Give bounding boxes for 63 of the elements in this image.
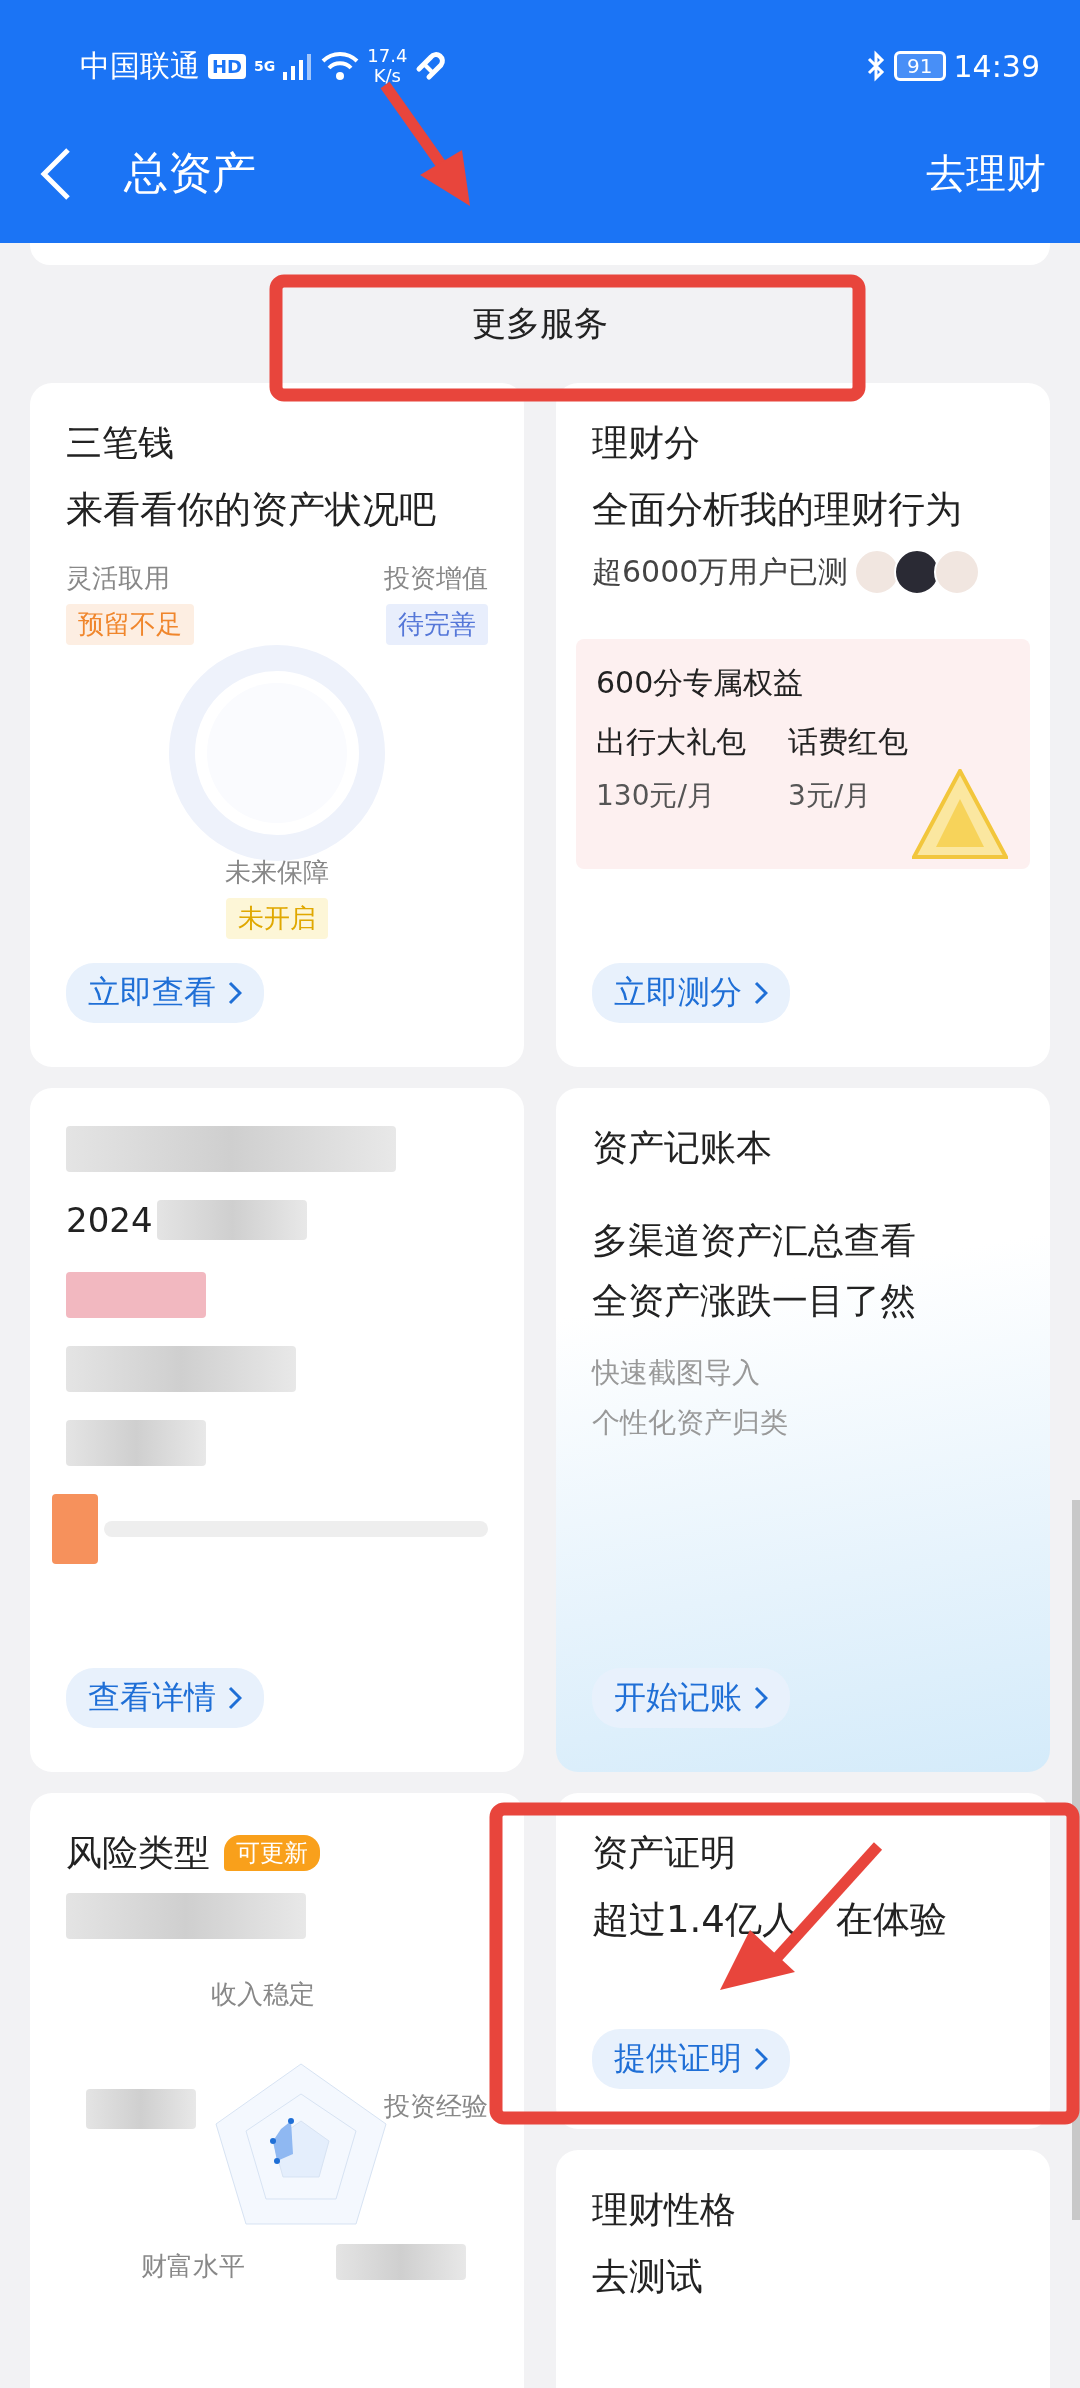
feature-line: 多渠道资产汇总查看 bbox=[592, 1219, 917, 1263]
provide-proof-button[interactable]: 提供证明 bbox=[592, 2029, 790, 2089]
chevron-icon bbox=[754, 2047, 768, 2071]
chevron-icon bbox=[754, 1686, 768, 1710]
perk-name: 话费红包 bbox=[788, 723, 908, 761]
speed-value: 17.4 bbox=[367, 46, 408, 66]
card-subtitle: 全面分析我的理财行为 bbox=[592, 487, 962, 533]
card-title: 理财性格 bbox=[592, 2188, 736, 2232]
feature-note: 个性化资产归类 bbox=[592, 1405, 789, 1441]
axis-label: 收入稳定 bbox=[211, 1978, 315, 2011]
back-icon[interactable] bbox=[40, 146, 72, 201]
view-now-button[interactable]: 立即查看 bbox=[66, 963, 264, 1023]
bluetooth-icon bbox=[866, 50, 887, 82]
category-label: 投资增值 bbox=[384, 562, 488, 595]
users-tested: 超6000万用户已测 bbox=[592, 552, 849, 591]
ledger-card[interactable]: 资产记账本 多渠道资产汇总查看 全资产涨跌一目了然 快速截图导入 个性化资产归类 开始记账 bbox=[556, 1088, 1050, 1772]
report-year: 2024 bbox=[66, 1200, 153, 1240]
perk-price: 3元/月 bbox=[788, 778, 873, 814]
speed-unit: K/s bbox=[373, 66, 401, 86]
three-funds-card[interactable]: 三笔钱 来看看你的资产状况吧 灵活取用 预留不足 投资增值 待完善 未来保障 未开启 立即查看 bbox=[30, 383, 524, 1067]
personality-card[interactable]: 理财性格 去测试 bbox=[556, 2150, 1050, 2388]
perk-name: 出行大礼包 bbox=[596, 723, 746, 761]
start-ledger-button[interactable]: 开始记账 bbox=[592, 1668, 790, 1728]
perks-title: 600分专属权益 bbox=[596, 664, 804, 702]
signal-icon bbox=[283, 52, 314, 80]
redacted-block bbox=[52, 1494, 98, 1564]
feature-line: 全资产涨跌一目了然 bbox=[592, 1279, 917, 1323]
invest-link[interactable]: 去理财 bbox=[926, 146, 1046, 201]
card-title: 三笔钱 bbox=[66, 421, 174, 465]
view-details-button[interactable]: 查看详情 bbox=[66, 1668, 264, 1728]
section-title: 更多服务 bbox=[472, 302, 608, 345]
axis-label: 投资经验 bbox=[384, 2090, 488, 2123]
get-score-button[interactable]: 立即测分 bbox=[592, 963, 790, 1023]
chevron-icon bbox=[228, 1686, 242, 1710]
hd-badge: HD bbox=[208, 53, 246, 79]
category-label: 灵活取用 bbox=[66, 562, 170, 595]
card-title: 风险类型 bbox=[66, 1831, 210, 1875]
card-title: 理财分 bbox=[592, 421, 700, 465]
score-card[interactable]: 理财分 全面分析我的理财行为 超6000万用户已测 600分专属权益 出行大礼包 130元/月 话费红包 3元/月 立即测分 bbox=[556, 383, 1050, 1067]
feature-note: 快速截图导入 bbox=[592, 1355, 761, 1391]
battery-level: 91 bbox=[894, 51, 946, 81]
status-tag: 未开启 bbox=[226, 898, 328, 939]
chevron-icon bbox=[228, 981, 242, 1005]
status-tag: 待完善 bbox=[386, 604, 488, 645]
pyramid-icon bbox=[912, 769, 1008, 859]
network-type: 5G bbox=[254, 58, 276, 74]
wifi-icon bbox=[321, 51, 360, 81]
status-tag: 预留不足 bbox=[66, 604, 194, 645]
axis-label: 财富水平 bbox=[141, 2250, 245, 2283]
card-subtitle: 来看看你的资产状况吧 bbox=[66, 487, 436, 533]
page-title: 总资产 bbox=[124, 146, 256, 200]
perk-price: 130元/月 bbox=[596, 778, 716, 814]
chevron-icon bbox=[754, 981, 768, 1005]
risk-card[interactable]: 风险类型 可更新 收入稳定 投资经验 财富水平 bbox=[30, 1793, 524, 2388]
clock-time: 14:39 bbox=[953, 48, 1040, 84]
carrier-name: 中国联通 bbox=[80, 46, 200, 85]
card-subtitle: 去测试 bbox=[592, 2254, 703, 2300]
card-subtitle: 在体验 bbox=[835, 1897, 947, 1943]
report-card[interactable]: 2024 查看详情 bbox=[30, 1088, 524, 1772]
card-title: 资产证明 bbox=[592, 1831, 736, 1875]
update-badge: 可更新 bbox=[224, 1835, 320, 1871]
card-title: 资产记账本 bbox=[592, 1126, 772, 1170]
category-label: 未来保障 bbox=[225, 856, 329, 889]
